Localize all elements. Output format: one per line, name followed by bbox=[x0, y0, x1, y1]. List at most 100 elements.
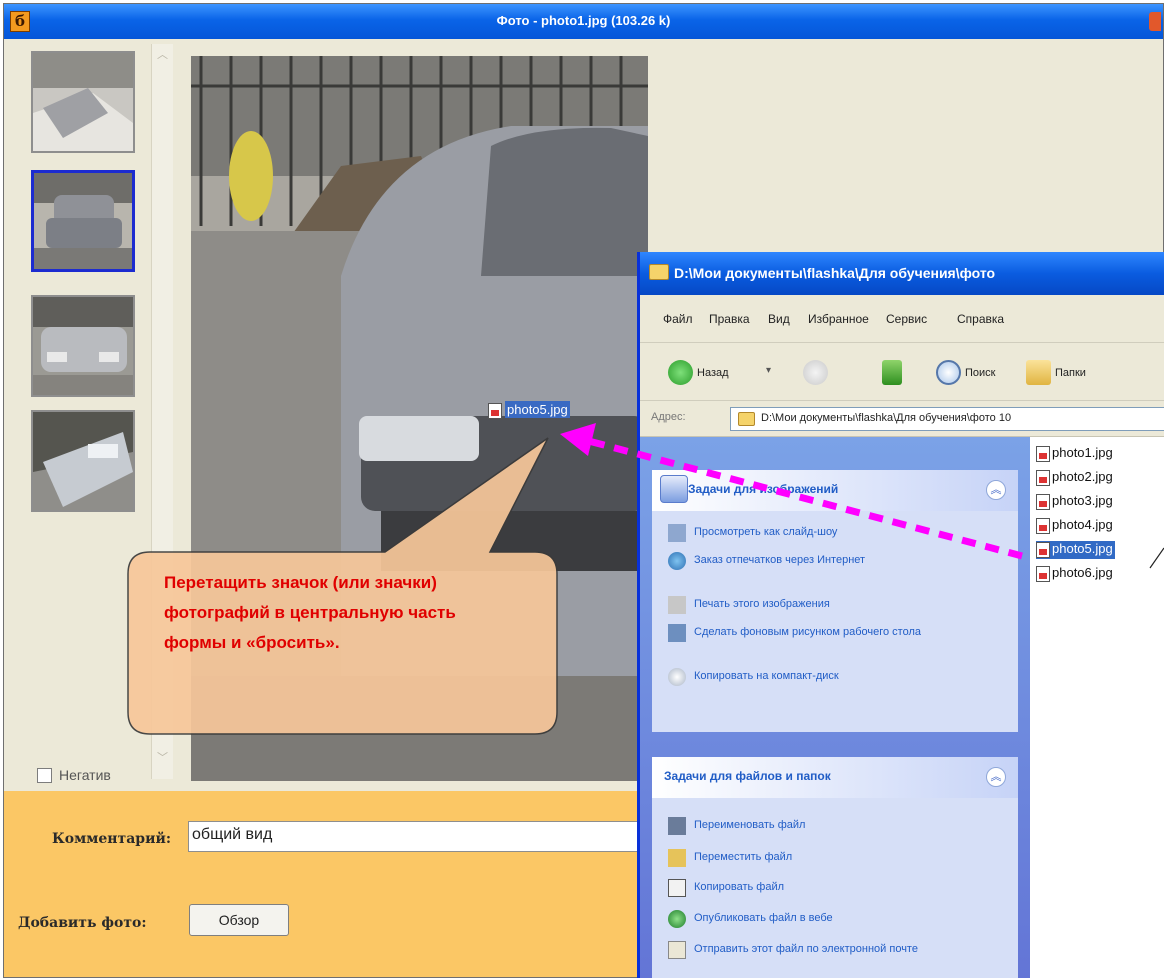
negative-checkbox[interactable] bbox=[37, 768, 52, 783]
photo-view[interactable] bbox=[191, 56, 648, 781]
file-item[interactable]: photo3.jpg bbox=[1036, 493, 1113, 511]
menu-file[interactable]: Файл bbox=[663, 312, 693, 326]
thumbnail-scrollbar[interactable]: ︿ ﹀ bbox=[151, 44, 173, 779]
explorer-title: D:\Мои документы\flashka\Для обучения\фо… bbox=[674, 265, 996, 281]
add-photo-label: Добавить фото: bbox=[18, 915, 147, 931]
address-folder-icon bbox=[738, 412, 755, 426]
file-item-selected[interactable]: photo5.jpg bbox=[1036, 541, 1115, 559]
file-name: photo1.jpg bbox=[1052, 445, 1113, 460]
file-name: photo5.jpg bbox=[1052, 541, 1113, 556]
menu-help[interactable]: Справка bbox=[957, 312, 1004, 326]
comment-input[interactable]: общий вид bbox=[188, 821, 648, 852]
task-label: Переместить файл bbox=[694, 851, 793, 863]
image-tasks-header[interactable]: Задачи для изображений ︽ bbox=[652, 470, 1018, 511]
thumbnail-4[interactable] bbox=[31, 410, 135, 512]
collapse-icon[interactable]: ︽ bbox=[986, 767, 1006, 787]
image-tasks-title: Задачи для изображений bbox=[688, 482, 839, 496]
task-label: Отправить этот файл по электронной почте bbox=[694, 943, 918, 955]
address-label: Адрес: bbox=[651, 411, 686, 423]
folders-icon bbox=[1026, 360, 1051, 385]
file-item[interactable]: photo1.jpg bbox=[1036, 445, 1113, 463]
dragged-file-icon[interactable]: photo5.jpg bbox=[488, 401, 570, 424]
address-value: D:\Мои документы\flashka\Для обучения\фо… bbox=[761, 412, 1012, 424]
image-file-icon bbox=[1036, 565, 1050, 582]
move-icon bbox=[668, 849, 686, 867]
thumbnail-1[interactable] bbox=[31, 51, 135, 153]
file-tasks-header[interactable]: Задачи для файлов и папок ︽ bbox=[652, 757, 1018, 798]
image-file-icon bbox=[1036, 493, 1050, 510]
forward-button[interactable] bbox=[803, 360, 828, 386]
picture-icon bbox=[660, 475, 688, 503]
back-button[interactable]: Назад bbox=[668, 360, 729, 386]
thumbnail-3-image bbox=[33, 297, 133, 395]
explorer-menu-bar: Файл Правка Вид Избранное Сервис Справка bbox=[640, 295, 1164, 343]
close-button[interactable] bbox=[1149, 12, 1161, 31]
copy-icon bbox=[668, 879, 686, 897]
up-folder-icon bbox=[882, 360, 902, 385]
back-label: Назад bbox=[697, 366, 729, 379]
image-file-icon bbox=[1036, 541, 1050, 558]
menu-favorites[interactable]: Избранное bbox=[808, 312, 869, 326]
web-globe-icon bbox=[668, 910, 686, 928]
task-label: Копировать на компакт-диск bbox=[694, 670, 839, 682]
task-label: Заказ отпечатков через Интернет bbox=[694, 554, 866, 566]
folders-button[interactable]: Папки bbox=[1026, 360, 1086, 386]
file-name: photo3.jpg bbox=[1052, 493, 1113, 508]
file-list: photo1.jpg photo2.jpg photo3.jpg photo4.… bbox=[1030, 437, 1164, 978]
menu-edit[interactable]: Правка bbox=[709, 312, 750, 326]
thumbnail-2[interactable] bbox=[31, 170, 135, 272]
browse-button[interactable]: Обзор bbox=[189, 904, 289, 936]
image-tasks-group: Задачи для изображений ︽ Просмотреть как… bbox=[652, 470, 1018, 732]
slideshow-icon bbox=[668, 524, 686, 542]
printer-icon bbox=[668, 596, 686, 614]
menu-tools[interactable]: Сервис bbox=[886, 312, 927, 326]
back-dropdown-icon[interactable]: ▾ bbox=[766, 365, 771, 376]
forward-arrow-icon bbox=[803, 360, 828, 385]
globe-icon bbox=[668, 552, 686, 570]
dragged-file-label: photo5.jpg bbox=[505, 401, 570, 418]
task-label: Копировать файл bbox=[694, 881, 785, 893]
image-file-icon bbox=[1036, 517, 1050, 534]
file-name: photo6.jpg bbox=[1052, 565, 1113, 580]
file-item[interactable]: photo4.jpg bbox=[1036, 517, 1113, 535]
address-input[interactable]: D:\Мои документы\flashka\Для обучения\фо… bbox=[730, 407, 1164, 431]
explorer-title-bar[interactable]: D:\Мои документы\flashka\Для обучения\фо… bbox=[640, 252, 1164, 295]
search-button[interactable]: Поиск bbox=[936, 360, 995, 386]
address-bar: Адрес: D:\Мои документы\flashka\Для обуч… bbox=[640, 401, 1164, 437]
thumbnail-3[interactable] bbox=[31, 295, 135, 397]
explorer-toolbar: Назад ▾ Поиск Папки bbox=[640, 343, 1164, 401]
back-arrow-icon bbox=[668, 360, 693, 385]
thumbnail-1-image bbox=[33, 53, 133, 151]
desktop-icon bbox=[668, 624, 686, 642]
comment-label: Комментарий: bbox=[52, 831, 172, 847]
photo-window-title: Фото - photo1.jpg (103.26 k) bbox=[496, 13, 671, 28]
file-tasks-title: Задачи для файлов и папок bbox=[664, 769, 831, 783]
app-icon: б bbox=[10, 11, 30, 32]
cd-icon bbox=[668, 668, 686, 686]
task-label: Просмотреть как слайд-шоу bbox=[694, 526, 838, 538]
collapse-icon[interactable]: ︽ bbox=[986, 480, 1006, 500]
scroll-up-icon[interactable]: ︿ bbox=[157, 46, 168, 62]
tasks-pane: Задачи для изображений ︽ Просмотреть как… bbox=[640, 437, 1030, 978]
rename-icon bbox=[668, 817, 686, 835]
folders-label: Папки bbox=[1055, 366, 1086, 379]
image-file-icon bbox=[1036, 445, 1050, 462]
photo-window-title-bar[interactable]: б Фото - photo1.jpg (103.26 k) bbox=[4, 4, 1163, 39]
task-label: Сделать фоновым рисунком рабочего стола bbox=[694, 626, 922, 638]
scroll-down-icon[interactable]: ﹀ bbox=[157, 749, 168, 765]
file-item[interactable]: photo2.jpg bbox=[1036, 469, 1113, 487]
negative-label: Негатив bbox=[59, 767, 111, 783]
thumbnail-4-image bbox=[33, 412, 133, 510]
task-label: Печать этого изображения bbox=[694, 598, 830, 610]
image-file-icon bbox=[488, 402, 502, 419]
task-label: Переименовать файл bbox=[694, 819, 806, 831]
file-name: photo4.jpg bbox=[1052, 517, 1113, 532]
file-item[interactable]: photo6.jpg bbox=[1036, 565, 1113, 583]
file-tasks-group: Задачи для файлов и папок ︽ Переименоват… bbox=[652, 757, 1018, 978]
thumbnail-2-image bbox=[34, 173, 132, 269]
car-photo bbox=[191, 56, 648, 781]
search-label: Поиск bbox=[965, 366, 996, 379]
menu-view[interactable]: Вид bbox=[768, 312, 790, 326]
image-file-icon bbox=[1036, 469, 1050, 486]
up-button[interactable] bbox=[882, 360, 902, 386]
